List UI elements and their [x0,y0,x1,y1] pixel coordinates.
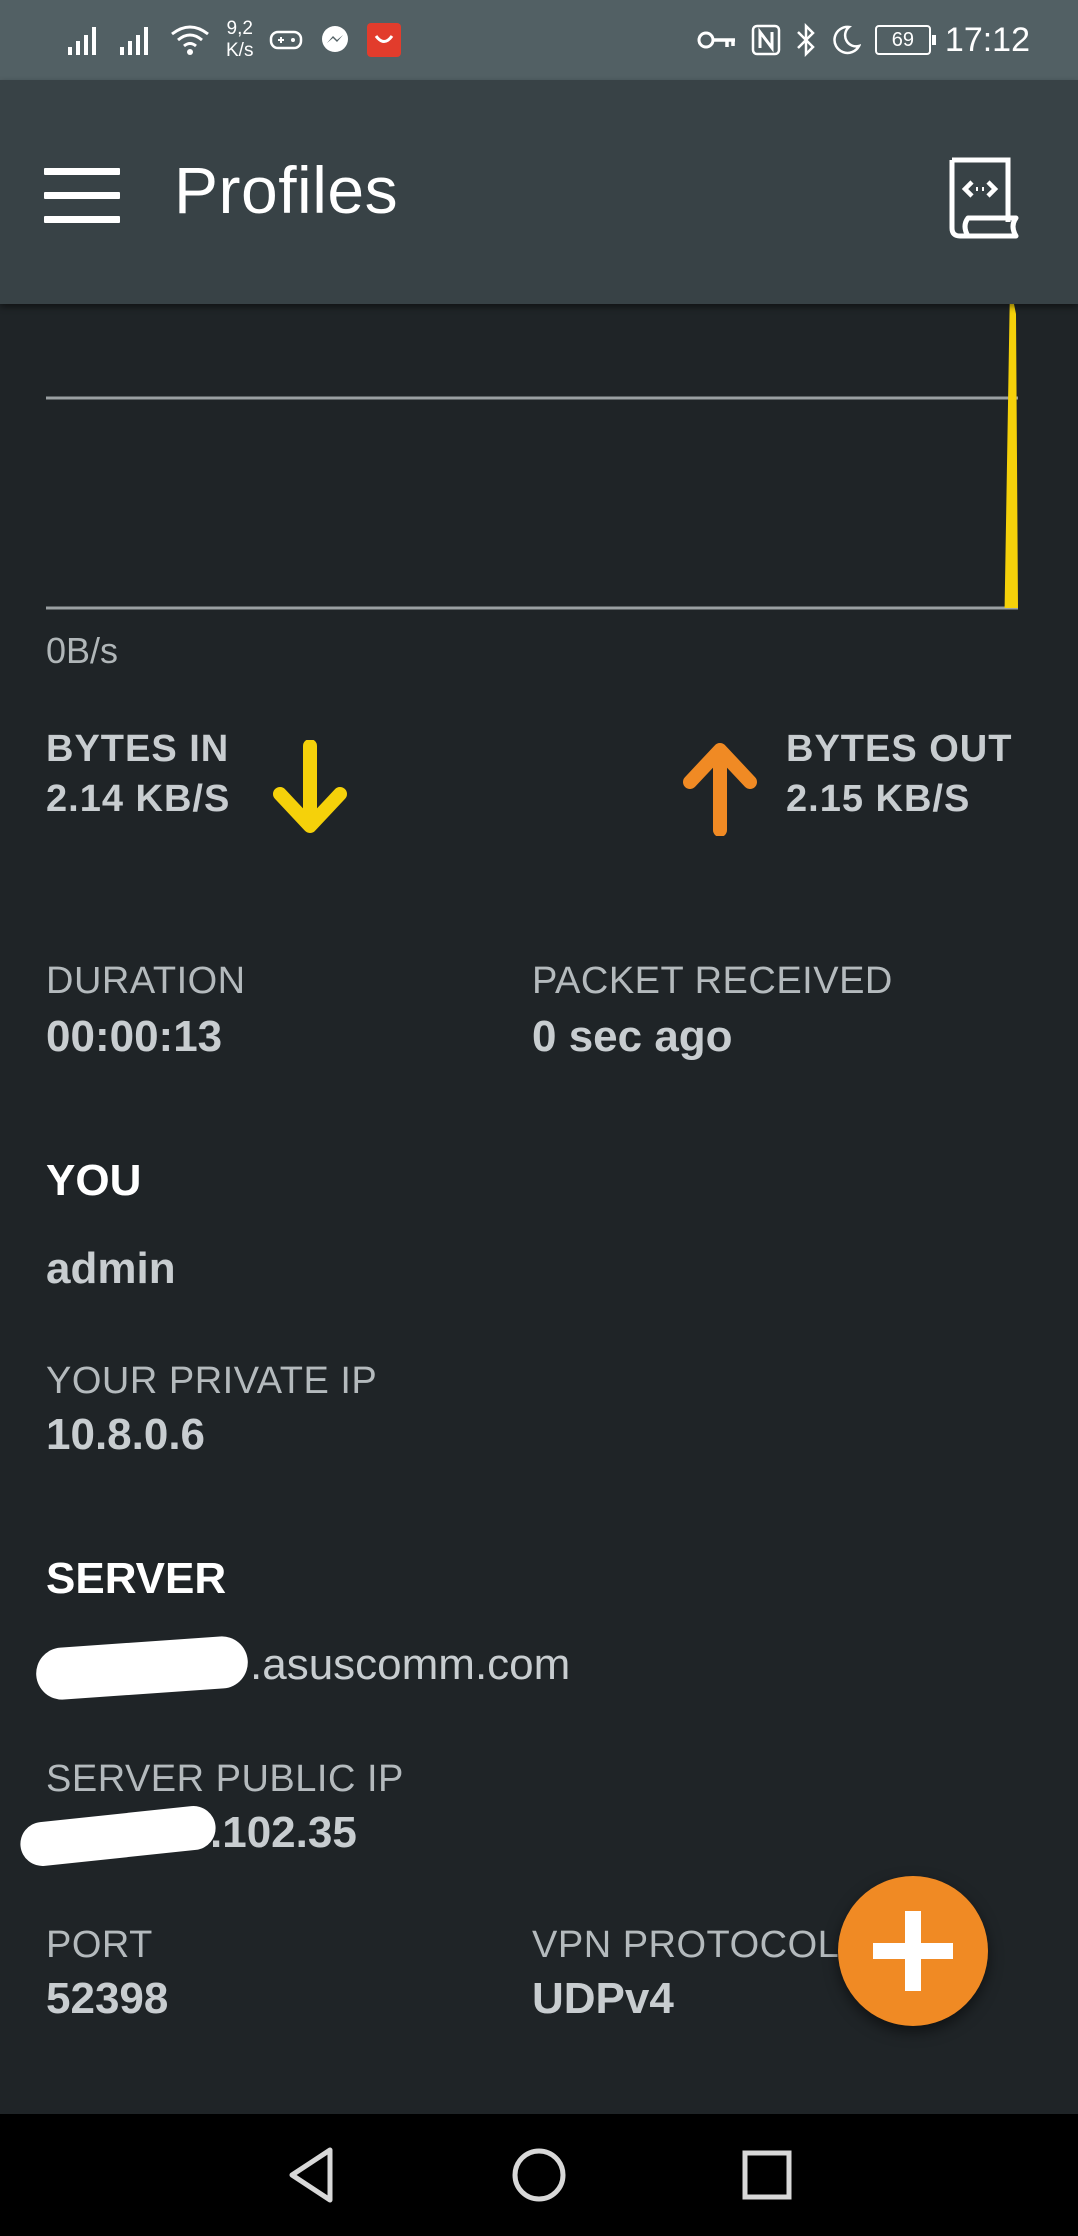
gamepad-icon [270,30,303,50]
port-value: 52398 [46,1974,169,2023]
private-ip-label: YOUR PRIVATE IP [46,1360,378,1402]
packet-received-label: PACKET RECEIVED [532,960,893,1002]
home-circle-icon[interactable] [504,2140,574,2210]
recents-square-icon[interactable] [732,2140,802,2210]
bluetooth-icon [797,23,815,57]
redaction-scribble [18,1803,218,1869]
clock: 17:12 [944,20,1030,59]
hamburger-menu-icon[interactable] [44,168,122,224]
arrow-down-icon [273,740,347,833]
vpn-protocol-value: UDPv4 [532,1974,674,2023]
nfc-icon [751,24,781,56]
network-speed: 9,2 K/s [226,18,253,62]
network-speed-unit: K/s [226,40,254,61]
bytes-out-value: 2.15 KB/S [786,778,971,820]
system-navigation-bar [0,2114,1078,2236]
add-profile-button[interactable] [838,1876,988,2026]
status-bar-right: 69 17:12 [697,14,1030,66]
do-not-disturb-moon-icon [833,25,861,55]
battery-level: 69 [891,29,915,51]
bytes-in-label: BYTES IN [46,728,230,770]
duration-label: DURATION [46,960,246,1002]
page-title: Profiles [174,153,399,227]
server-public-ip-value: .102.35 [210,1808,357,1857]
username-value: admin [46,1244,176,1293]
status-bar: 9,2 K/s 69 17:12 [0,0,1078,80]
graph-y-axis-label: 0B/s [46,630,119,671]
wifi-icon [171,25,209,55]
connection-status-panel: 0B/s BYTES IN 2.14 KB/S BYTES OUT 2.15 K… [0,304,1078,2114]
vpn-protocol-label: VPN PROTOCOL [532,1924,840,1966]
signal-icon [120,27,148,55]
app-bar: Profiles [0,80,1078,304]
traffic-graph [46,304,1018,610]
server-hostname-value: .asuscomm.com [250,1640,571,1689]
bytes-in-value: 2.14 KB/S [46,778,231,820]
vpn-key-icon [697,31,735,49]
app-notification-icon [367,23,402,57]
signal-icon [68,27,96,55]
server-public-ip-label: SERVER PUBLIC IP [46,1758,404,1800]
server-section-title: SERVER [46,1554,227,1603]
plus-icon-vertical [905,1911,921,1991]
messenger-icon [322,26,349,52]
battery-icon: 69 [874,25,936,55]
status-bar-left: 9,2 K/s [66,14,402,66]
back-triangle-icon[interactable] [278,2140,348,2210]
duration-value: 00:00:13 [46,1012,223,1061]
bytes-out-label: BYTES OUT [786,728,1013,770]
you-section-title: YOU [46,1156,142,1205]
packet-received-value: 0 sec ago [532,1012,733,1061]
arrow-up-icon [683,743,757,836]
private-ip-value: 10.8.0.6 [46,1410,206,1459]
traffic-area-series [46,304,1018,608]
redaction-scribble [34,1634,250,1702]
port-label: PORT [46,1924,153,1966]
log-scroll-icon[interactable] [938,156,1020,240]
network-speed-value: 9,2 [226,18,253,39]
